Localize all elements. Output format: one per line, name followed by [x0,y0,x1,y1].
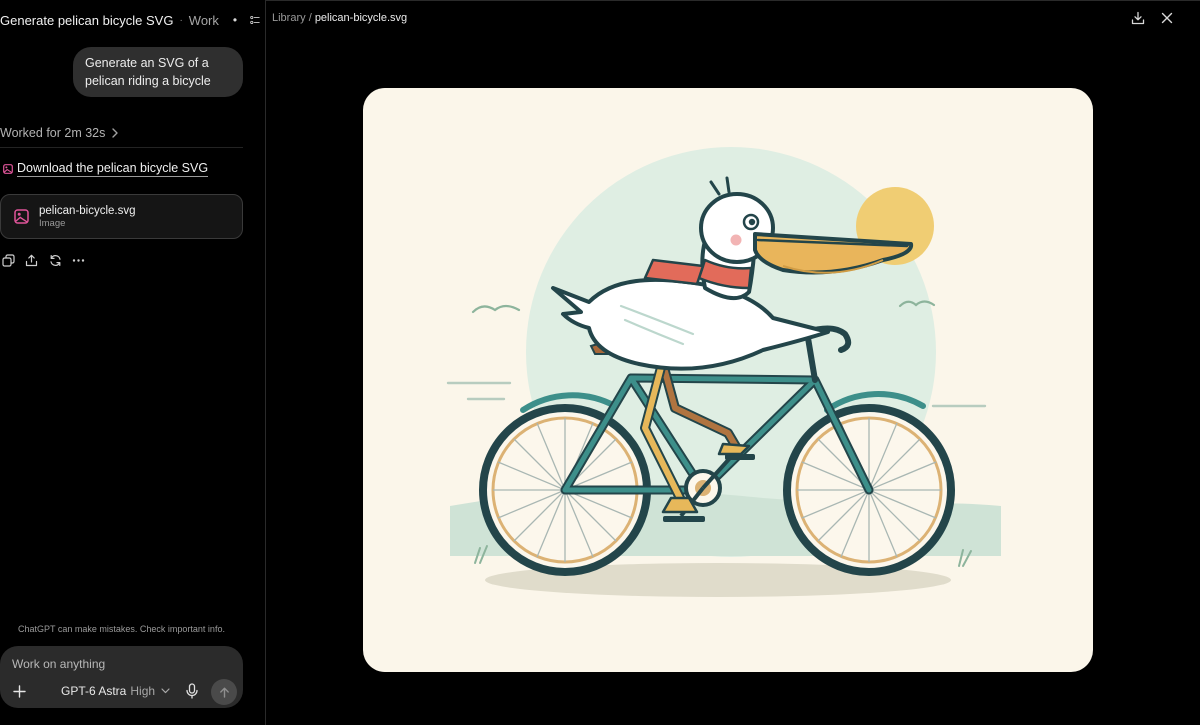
chevron-down-icon [161,688,170,694]
reasoning-effort: High [130,684,156,698]
file-info: pelican-bicycle.svg Image [39,204,136,230]
file-name: pelican-bicycle.svg [39,204,136,217]
svg-preview-canvas [363,88,1093,672]
model-selector[interactable]: GPT-6 Astra High [61,684,170,698]
breadcrumb-current-file: pelican-bicycle.svg [314,12,408,24]
composer: GPT-6 Astra High [0,646,243,708]
chevron-right-icon [112,128,119,138]
pelican-bicycle-illustration [446,147,1001,597]
image-icon [3,164,13,174]
worked-summary-toggle[interactable]: Worked for 2m 32s [0,126,243,140]
image-icon [14,209,29,224]
chat-header: Generate pelican bicycle SVG · Work • [0,11,260,29]
more-options-button[interactable] [72,253,86,267]
download-link-text: Download the pelican bicycle SVG [17,161,209,177]
arrow-up-icon [219,687,229,698]
breadcrumb-library-link[interactable]: Library [272,12,306,24]
preview-panel: Library / pelican-bicycle.svg [266,0,1200,725]
separator-dot: · [179,14,183,26]
copy-button[interactable] [1,253,15,267]
model-name: GPT-6 Astra [61,684,127,698]
file-attachment-card[interactable]: pelican-bicycle.svg Image [0,194,243,239]
prompt-input[interactable] [12,656,232,672]
chat-title[interactable]: Generate pelican bicycle SVG [0,13,173,28]
more-icon [72,258,85,262]
status-dot: • [232,13,238,27]
chat-panel: Generate pelican bicycle SVG · Work • Ge… [0,0,266,725]
worked-label: Worked for 2m 32s [0,126,106,140]
share-button[interactable] [25,253,39,267]
regenerate-button[interactable] [48,253,62,267]
refresh-icon [49,254,61,266]
file-type: Image [39,217,66,229]
plus-icon [12,684,26,698]
message-actions [1,253,95,267]
breadcrumb: Library / pelican-bicycle.svg [272,12,407,24]
copy-icon [1,253,15,267]
download-icon[interactable] [1131,11,1145,25]
user-message-bubble: Generate an SVG of a pelican riding a bi… [73,47,243,97]
divider [0,147,243,148]
tasks-icon[interactable] [250,13,260,27]
share-icon [25,254,38,266]
close-icon[interactable] [1160,11,1174,25]
mic-icon[interactable] [185,683,199,699]
disclaimer-text: ChatGPT can make mistakes. Check importa… [18,624,225,634]
add-attachment-button[interactable] [11,683,27,699]
project-name[interactable]: Work [189,13,219,28]
download-svg-link[interactable]: Download the pelican bicycle SVG [3,161,209,177]
breadcrumb-separator: / [308,12,312,24]
divider [266,0,1200,1]
send-button[interactable] [211,679,237,705]
